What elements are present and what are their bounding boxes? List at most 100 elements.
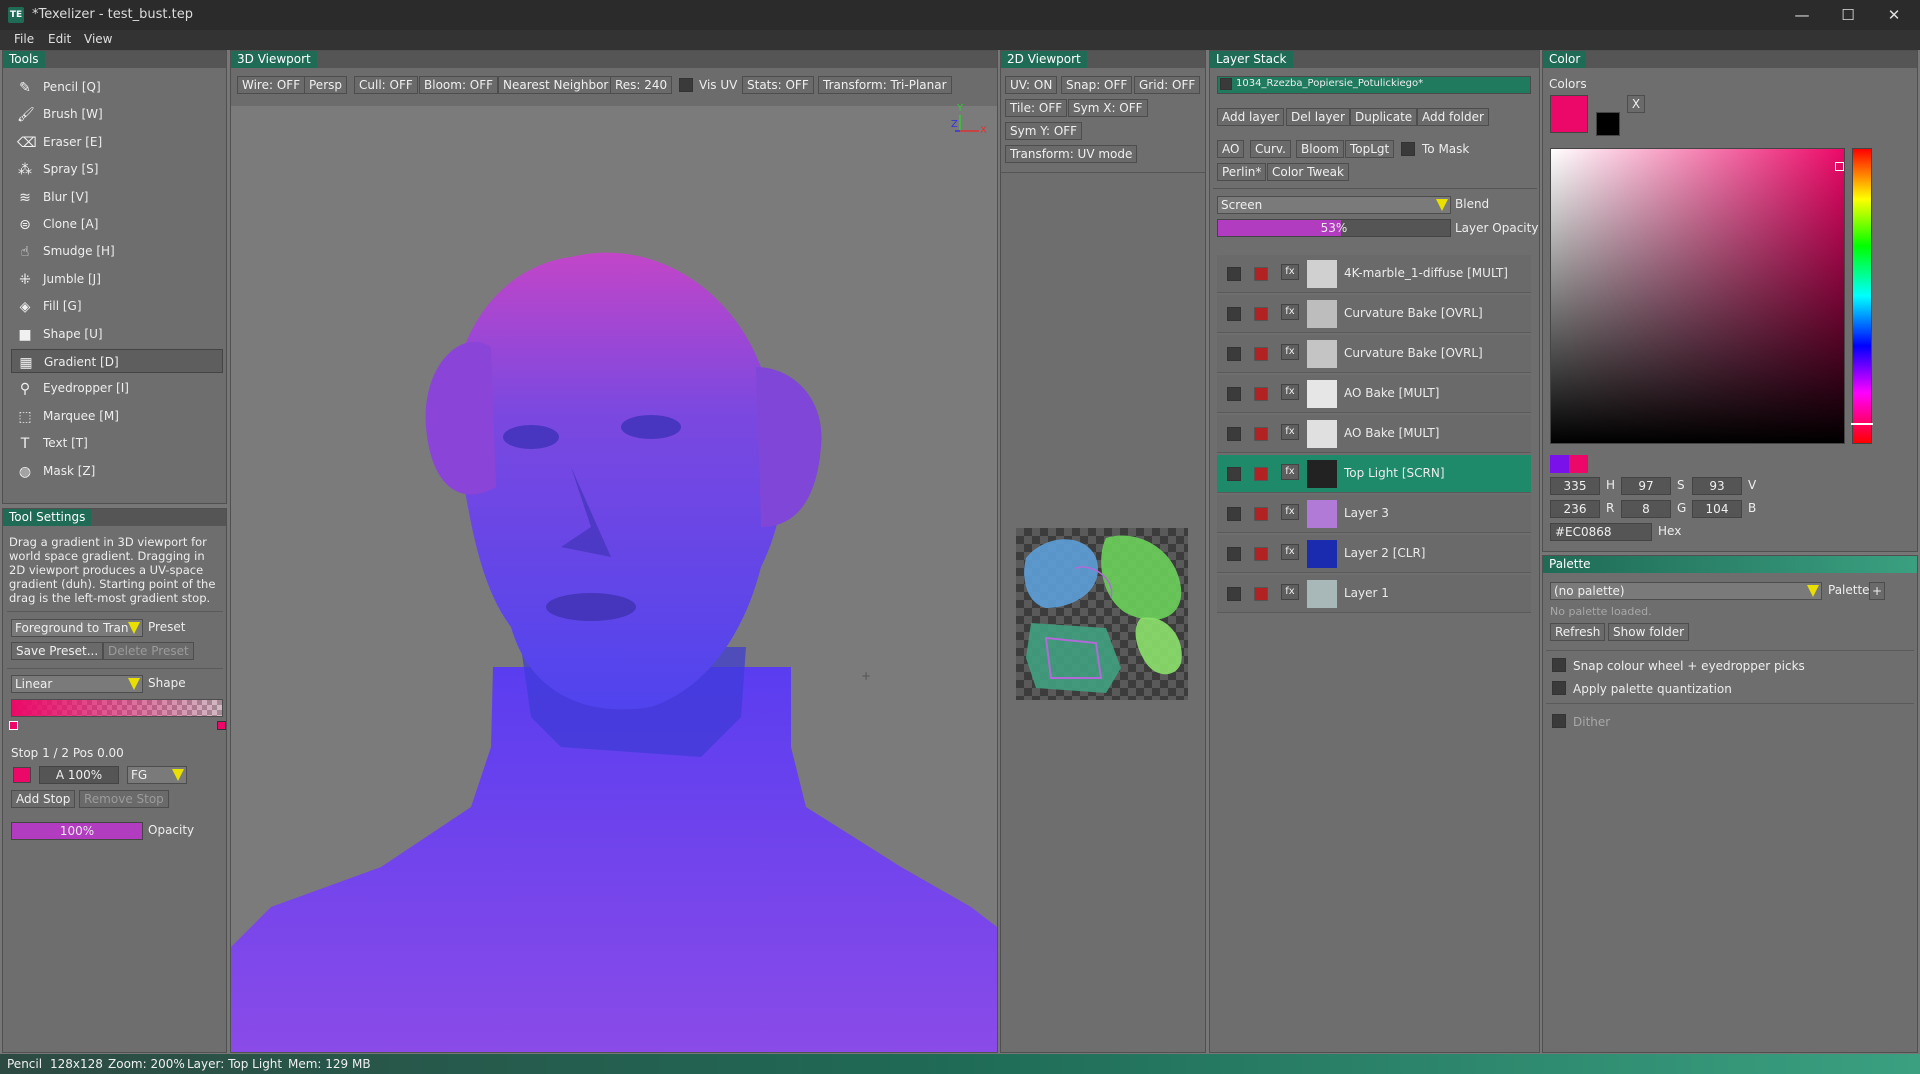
saturation-field[interactable]: 97 — [1621, 477, 1671, 495]
layer-fx-button[interactable]: fx — [1281, 304, 1299, 320]
layer-color-tag[interactable] — [1254, 587, 1268, 601]
object-name-field[interactable]: 1034_Rzezba_Popiersie_Potulickiego* — [1217, 76, 1531, 94]
show-folder-button[interactable]: Show folder — [1608, 623, 1690, 641]
layer-color-tag[interactable] — [1254, 347, 1268, 361]
preset-dropdown[interactable]: Foreground to Tran — [11, 619, 143, 637]
layer-row[interactable]: fx Layer 1 — [1217, 575, 1531, 613]
sym-y-toggle[interactable]: Sym Y: OFF — [1005, 122, 1083, 140]
layer-color-tag[interactable] — [1254, 547, 1268, 561]
tool-eyedropper[interactable]: ⚲ Eyedropper [I] — [11, 376, 223, 400]
gradient-stop-start[interactable] — [9, 721, 18, 730]
value-field[interactable]: 93 — [1692, 477, 1742, 495]
layer-row[interactable]: fx Layer 2 [CLR] — [1217, 535, 1531, 573]
layer-color-tag[interactable] — [1254, 507, 1268, 521]
save-preset-button[interactable]: Save Preset... — [11, 642, 104, 660]
add-stop-button[interactable]: Add Stop — [11, 790, 76, 808]
layer-row[interactable]: fx 4K-marble_1-diffuse [MULT] — [1217, 255, 1531, 293]
saturation-value-picker[interactable] — [1550, 148, 1845, 444]
layer-row[interactable]: fx Curvature Bake [OVRL] — [1217, 335, 1531, 373]
tool-blur[interactable]: ≋ Blur [V] — [11, 185, 223, 209]
sym-x-toggle[interactable]: Sym X: OFF — [1068, 99, 1148, 117]
hex-field[interactable]: #EC0868 — [1550, 523, 1652, 541]
quantize-checkbox[interactable] — [1552, 681, 1566, 695]
layer-row[interactable]: fx Layer 3 — [1217, 495, 1531, 533]
bake-curv-button[interactable]: Curv. — [1250, 140, 1291, 158]
layer-visibility-checkbox[interactable] — [1227, 267, 1241, 281]
opacity-slider[interactable]: 100% — [11, 822, 143, 840]
tool-smudge[interactable]: ☝ Smudge [H] — [11, 239, 223, 263]
tool-shape[interactable]: ■ Shape [U] — [11, 322, 223, 346]
add-folder-button[interactable]: Add folder — [1417, 108, 1489, 126]
layer-fx-button[interactable]: fx — [1281, 504, 1299, 520]
layer-color-tag[interactable] — [1254, 307, 1268, 321]
layer-visibility-checkbox[interactable] — [1227, 307, 1241, 321]
maximize-button[interactable]: ☐ — [1828, 4, 1868, 26]
bake-ao-button[interactable]: AO — [1217, 140, 1245, 158]
blend-mode-dropdown[interactable]: Screen — [1217, 196, 1451, 214]
layer-fx-button[interactable]: fx — [1281, 544, 1299, 560]
uv-texture-preview[interactable] — [1016, 528, 1188, 700]
close-button[interactable]: ✕ — [1874, 4, 1914, 26]
gradient-preview[interactable] — [11, 699, 223, 717]
dither-checkbox[interactable] — [1552, 714, 1566, 728]
layer-row[interactable]: fx Top Light [SCRN] — [1217, 455, 1531, 493]
gradient-stop-end[interactable] — [217, 721, 226, 730]
to-mask-checkbox[interactable] — [1401, 142, 1415, 156]
tool-spray[interactable]: ⁂ Spray [S] — [11, 157, 223, 181]
tool-settings-tab[interactable]: Tool Settings — [3, 509, 92, 526]
green-field[interactable]: 8 — [1621, 500, 1671, 518]
menu-edit[interactable]: Edit — [48, 32, 71, 46]
layer-visibility-checkbox[interactable] — [1227, 547, 1241, 561]
resolution-button[interactable]: Res: 240 — [610, 76, 673, 94]
background-color-swatch[interactable] — [1596, 112, 1620, 136]
recent-color-swatch[interactable] — [1550, 455, 1569, 473]
swap-colors-button[interactable]: X — [1627, 95, 1645, 113]
layer-color-tag[interactable] — [1254, 427, 1268, 441]
color-tweak-button[interactable]: Color Tweak — [1267, 163, 1349, 181]
viewport-3d-tab[interactable]: 3D Viewport — [231, 51, 317, 68]
shape-dropdown[interactable]: Linear — [11, 675, 143, 693]
transform-mode-button[interactable]: Transform: Tri-Planar — [818, 76, 952, 94]
layer-visibility-checkbox[interactable] — [1227, 347, 1241, 361]
tile-toggle[interactable]: Tile: OFF — [1005, 99, 1068, 117]
red-field[interactable]: 236 — [1550, 500, 1600, 518]
bloom-toggle[interactable]: Bloom: OFF — [419, 76, 499, 94]
persp-toggle[interactable]: Persp — [304, 76, 347, 94]
tools-tab[interactable]: Tools — [3, 51, 45, 68]
foreground-color-swatch[interactable] — [1550, 95, 1588, 133]
stop-source-dropdown[interactable]: FG — [127, 766, 187, 784]
object-visibility-checkbox[interactable] — [1220, 78, 1232, 90]
tool-clone[interactable]: ⊜ Clone [A] — [11, 212, 223, 236]
layer-fx-button[interactable]: fx — [1281, 584, 1299, 600]
layer-fx-button[interactable]: fx — [1281, 264, 1299, 280]
tool-marquee[interactable]: ⬚ Marquee [M] — [11, 404, 223, 428]
layer-fx-button[interactable]: fx — [1281, 344, 1299, 360]
menu-view[interactable]: View — [84, 32, 112, 46]
tool-brush[interactable]: 🖌 Brush [W] — [11, 102, 223, 126]
refresh-button[interactable]: Refresh — [1550, 623, 1606, 641]
minimize-button[interactable]: — — [1782, 4, 1822, 26]
hue-slider[interactable] — [1851, 148, 1873, 444]
tool-pencil[interactable]: ✎ Pencil [Q] — [11, 75, 223, 99]
layer-fx-button[interactable]: fx — [1281, 464, 1299, 480]
bust-render[interactable] — [231, 107, 997, 1052]
menu-file[interactable]: File — [14, 32, 34, 46]
palette-dropdown[interactable]: (no palette) — [1550, 582, 1822, 600]
layer-fx-button[interactable]: fx — [1281, 424, 1299, 440]
vis-uv-checkbox[interactable] — [679, 78, 693, 92]
add-palette-button[interactable]: + — [1869, 582, 1885, 600]
layer-color-tag[interactable] — [1254, 387, 1268, 401]
layer-color-tag[interactable] — [1254, 467, 1268, 481]
uv-transform-button[interactable]: Transform: UV mode — [1005, 145, 1138, 163]
tool-fill[interactable]: ◈ Fill [G] — [11, 294, 223, 318]
remove-stop-button[interactable]: Remove Stop — [79, 790, 169, 808]
layer-row[interactable]: fx Curvature Bake [OVRL] — [1217, 295, 1531, 333]
stop-color-swatch[interactable] — [13, 767, 31, 783]
layer-row[interactable]: fx AO Bake [MULT] — [1217, 415, 1531, 453]
hue-field[interactable]: 335 — [1550, 477, 1600, 495]
tool-gradient[interactable]: ▦ Gradient [D] — [11, 349, 223, 373]
filter-toggle[interactable]: Nearest Neighbor — [498, 76, 614, 94]
add-layer-button[interactable]: Add layer — [1217, 108, 1285, 126]
tool-eraser[interactable]: ⌫ Eraser [E] — [11, 130, 223, 154]
picker-handle[interactable] — [1835, 162, 1844, 171]
